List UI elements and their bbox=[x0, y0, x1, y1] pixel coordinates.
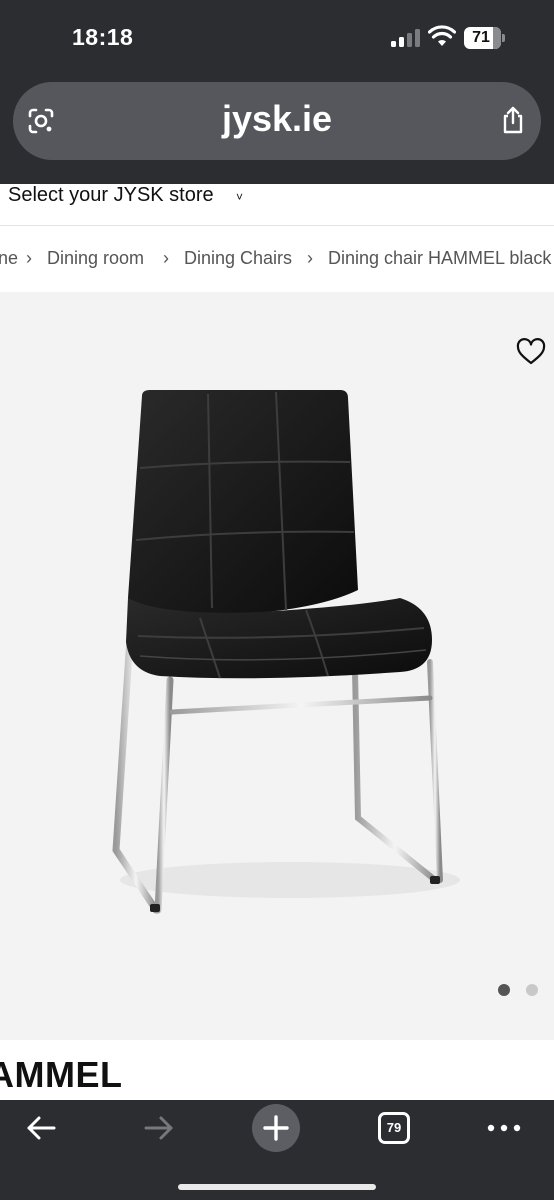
chevron-down-icon[interactable]: ˅ bbox=[236, 190, 243, 204]
plus-icon[interactable] bbox=[252, 1104, 300, 1152]
product-title: AMMEL bbox=[0, 1054, 123, 1095]
browser-top-chrome: 18:18 71 jysk.ie bbox=[0, 0, 554, 184]
address-bar[interactable]: jysk.ie bbox=[13, 82, 541, 160]
breadcrumb-item-dining-room[interactable]: Dining room bbox=[47, 248, 144, 269]
breadcrumb-item-dining-chairs[interactable]: Dining Chairs bbox=[184, 248, 292, 269]
pagination-dot[interactable] bbox=[526, 984, 538, 996]
more-icon[interactable] bbox=[484, 1112, 524, 1144]
battery-icon: 71 bbox=[464, 27, 505, 49]
product-image bbox=[112, 390, 460, 914]
tabs-button[interactable]: 79 bbox=[378, 1112, 410, 1144]
store-selector-label[interactable]: Select your JYSK store bbox=[8, 184, 214, 207]
heart-icon[interactable] bbox=[516, 338, 546, 366]
breadcrumb-separator: › bbox=[26, 248, 32, 268]
breadcrumb-item-current: Dining chair HAMMEL black bbox=[328, 248, 552, 268]
battery-percent: 71 bbox=[472, 29, 490, 46]
breadcrumb-separator: › bbox=[163, 248, 169, 268]
breadcrumb-separator: › bbox=[307, 248, 313, 268]
status-bar: 18:18 71 bbox=[0, 0, 554, 76]
status-time: 18:18 bbox=[72, 24, 134, 50]
cellular-signal-icon bbox=[391, 27, 421, 47]
pagination-dot-active[interactable] bbox=[498, 984, 510, 996]
store-selector[interactable]: Select your JYSK store ˅ bbox=[0, 184, 554, 226]
product-title-row: AMMEL bbox=[0, 1040, 554, 1100]
new-tab-button[interactable] bbox=[252, 1104, 300, 1152]
url-text[interactable]: jysk.ie bbox=[13, 98, 541, 140]
breadcrumb-item-home[interactable]: ne bbox=[0, 248, 18, 269]
browser-bottom-toolbar: 79 bbox=[0, 1100, 554, 1200]
home-indicator[interactable] bbox=[178, 1184, 376, 1190]
wifi-icon bbox=[428, 25, 456, 46]
breadcrumb: ne › Dining room › Dining Chairs › Dinin… bbox=[0, 226, 554, 290]
back-arrow-icon[interactable] bbox=[24, 1112, 58, 1144]
share-icon[interactable] bbox=[499, 105, 527, 135]
forward-arrow-icon[interactable] bbox=[142, 1112, 176, 1144]
gallery-pagination[interactable] bbox=[498, 984, 542, 996]
